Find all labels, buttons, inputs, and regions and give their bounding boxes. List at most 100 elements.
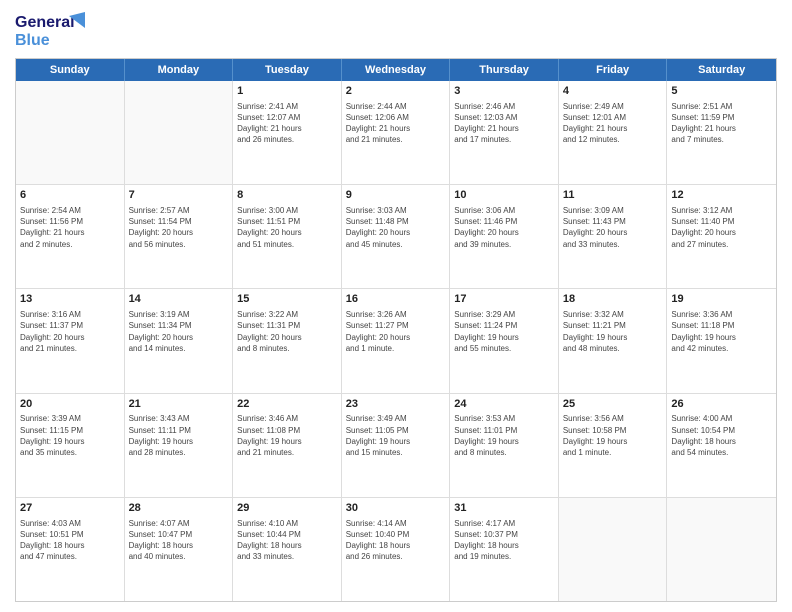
day-number: 23 <box>346 397 446 412</box>
day-info: Sunrise: 3:53 AM Sunset: 11:01 PM Daylig… <box>454 413 554 458</box>
day-number: 8 <box>237 188 337 203</box>
day-cell-10: 10 Sunrise: 3:06 AM Sunset: 11:46 PM Dayl… <box>450 185 559 288</box>
day-info: Sunrise: 3:39 AM Sunset: 11:15 PM Daylig… <box>20 413 120 458</box>
day-cell-4: 4 Sunrise: 2:49 AM Sunset: 12:01 AM Dayli… <box>559 81 668 184</box>
day-info: Sunrise: 3:00 AM Sunset: 11:51 PM Daylig… <box>237 205 337 250</box>
header-cell-friday: Friday <box>559 59 668 81</box>
day-info: Sunrise: 4:17 AM Sunset: 10:37 PM Daylig… <box>454 518 554 563</box>
day-number: 18 <box>563 292 663 307</box>
day-cell-16: 16 Sunrise: 3:26 AM Sunset: 11:27 PM Dayl… <box>342 289 451 392</box>
header-cell-tuesday: Tuesday <box>233 59 342 81</box>
day-info: Sunrise: 3:49 AM Sunset: 11:05 PM Daylig… <box>346 413 446 458</box>
day-number: 29 <box>237 501 337 516</box>
day-number: 30 <box>346 501 446 516</box>
day-cell-27: 27 Sunrise: 4:03 AM Sunset: 10:51 PM Dayl… <box>16 498 125 601</box>
day-info: Sunrise: 2:49 AM Sunset: 12:01 AM Daylig… <box>563 101 663 146</box>
day-number: 1 <box>237 84 337 99</box>
day-info: Sunrise: 2:46 AM Sunset: 12:03 AM Daylig… <box>454 101 554 146</box>
day-info: Sunrise: 3:36 AM Sunset: 11:18 PM Daylig… <box>671 309 772 354</box>
day-info: Sunrise: 3:29 AM Sunset: 11:24 PM Daylig… <box>454 309 554 354</box>
calendar-row-5: 27 Sunrise: 4:03 AM Sunset: 10:51 PM Dayl… <box>16 498 776 601</box>
page: GeneralBlue SundayMondayTuesdayWednesday… <box>0 0 792 612</box>
calendar: SundayMondayTuesdayWednesdayThursdayFrid… <box>15 58 777 602</box>
header-cell-thursday: Thursday <box>450 59 559 81</box>
day-info: Sunrise: 2:54 AM Sunset: 11:56 PM Daylig… <box>20 205 120 250</box>
day-number: 28 <box>129 501 229 516</box>
day-info: Sunrise: 3:03 AM Sunset: 11:48 PM Daylig… <box>346 205 446 250</box>
day-cell-29: 29 Sunrise: 4:10 AM Sunset: 10:44 PM Dayl… <box>233 498 342 601</box>
day-info: Sunrise: 4:00 AM Sunset: 10:54 PM Daylig… <box>671 413 772 458</box>
day-number: 9 <box>346 188 446 203</box>
day-info: Sunrise: 4:07 AM Sunset: 10:47 PM Daylig… <box>129 518 229 563</box>
day-cell-12: 12Sunrise: 3:12 AM Sunset: 11:40 PM Dayl… <box>667 185 776 288</box>
day-number: 5 <box>671 84 772 99</box>
calendar-body: 1 Sunrise: 2:41 AM Sunset: 12:07 AM Dayli… <box>16 81 776 601</box>
day-info: Sunrise: 3:16 AM Sunset: 11:37 PM Daylig… <box>20 309 120 354</box>
day-info: Sunrise: 2:41 AM Sunset: 12:07 AM Daylig… <box>237 101 337 146</box>
day-cell-23: 23Sunrise: 3:49 AM Sunset: 11:05 PM Dayl… <box>342 394 451 497</box>
day-cell-5: 5 Sunrise: 2:51 AM Sunset: 11:59 PM Dayli… <box>667 81 776 184</box>
day-number: 22 <box>237 397 337 412</box>
svg-text:Blue: Blue <box>15 32 50 49</box>
day-info: Sunrise: 3:06 AM Sunset: 11:46 PM Daylig… <box>454 205 554 250</box>
day-info: Sunrise: 2:44 AM Sunset: 12:06 AM Daylig… <box>346 101 446 146</box>
day-info: Sunrise: 3:46 AM Sunset: 11:08 PM Daylig… <box>237 413 337 458</box>
empty-cell <box>16 81 125 184</box>
day-number: 25 <box>563 397 663 412</box>
day-cell-24: 24Sunrise: 3:53 AM Sunset: 11:01 PM Dayl… <box>450 394 559 497</box>
calendar-row-4: 20Sunrise: 3:39 AM Sunset: 11:15 PM Dayl… <box>16 394 776 498</box>
calendar-row-3: 13 Sunrise: 3:16 AM Sunset: 11:37 PM Dayl… <box>16 289 776 393</box>
day-info: Sunrise: 4:03 AM Sunset: 10:51 PM Daylig… <box>20 518 120 563</box>
day-number: 16 <box>346 292 446 307</box>
logo-icon: GeneralBlue <box>15 10 85 50</box>
day-info: Sunrise: 2:51 AM Sunset: 11:59 PM Daylig… <box>671 101 772 146</box>
day-info: Sunrise: 4:14 AM Sunset: 10:40 PM Daylig… <box>346 518 446 563</box>
day-info: Sunrise: 3:26 AM Sunset: 11:27 PM Daylig… <box>346 309 446 354</box>
day-cell-14: 14Sunrise: 3:19 AM Sunset: 11:34 PM Dayl… <box>125 289 234 392</box>
day-number: 7 <box>129 188 229 203</box>
day-cell-8: 8 Sunrise: 3:00 AM Sunset: 11:51 PM Dayli… <box>233 185 342 288</box>
day-info: Sunrise: 3:32 AM Sunset: 11:21 PM Daylig… <box>563 309 663 354</box>
day-cell-15: 15 Sunrise: 3:22 AM Sunset: 11:31 PM Dayl… <box>233 289 342 392</box>
calendar-header: SundayMondayTuesdayWednesdayThursdayFrid… <box>16 59 776 81</box>
day-cell-7: 7Sunrise: 2:57 AM Sunset: 11:54 PM Dayli… <box>125 185 234 288</box>
day-number: 19 <box>671 292 772 307</box>
day-number: 10 <box>454 188 554 203</box>
day-cell-3: 3 Sunrise: 2:46 AM Sunset: 12:03 AM Dayli… <box>450 81 559 184</box>
day-number: 21 <box>129 397 229 412</box>
day-info: Sunrise: 4:10 AM Sunset: 10:44 PM Daylig… <box>237 518 337 563</box>
day-number: 14 <box>129 292 229 307</box>
day-number: 2 <box>346 84 446 99</box>
empty-cell <box>125 81 234 184</box>
day-info: Sunrise: 3:43 AM Sunset: 11:11 PM Daylig… <box>129 413 229 458</box>
header-cell-wednesday: Wednesday <box>342 59 451 81</box>
day-cell-19: 19 Sunrise: 3:36 AM Sunset: 11:18 PM Dayl… <box>667 289 776 392</box>
day-number: 31 <box>454 501 554 516</box>
calendar-row-1: 1 Sunrise: 2:41 AM Sunset: 12:07 AM Dayli… <box>16 81 776 185</box>
day-cell-1: 1 Sunrise: 2:41 AM Sunset: 12:07 AM Dayli… <box>233 81 342 184</box>
day-cell-18: 18 Sunrise: 3:32 AM Sunset: 11:21 PM Dayl… <box>559 289 668 392</box>
day-info: Sunrise: 3:22 AM Sunset: 11:31 PM Daylig… <box>237 309 337 354</box>
day-cell-9: 9 Sunrise: 3:03 AM Sunset: 11:48 PM Dayli… <box>342 185 451 288</box>
day-number: 11 <box>563 188 663 203</box>
day-cell-21: 21Sunrise: 3:43 AM Sunset: 11:11 PM Dayl… <box>125 394 234 497</box>
day-cell-26: 26Sunrise: 4:00 AM Sunset: 10:54 PM Dayl… <box>667 394 776 497</box>
day-cell-25: 25Sunrise: 3:56 AM Sunset: 10:58 PM Dayl… <box>559 394 668 497</box>
day-cell-20: 20Sunrise: 3:39 AM Sunset: 11:15 PM Dayl… <box>16 394 125 497</box>
day-number: 3 <box>454 84 554 99</box>
header: GeneralBlue <box>15 10 777 50</box>
day-number: 6 <box>20 188 120 203</box>
day-cell-22: 22Sunrise: 3:46 AM Sunset: 11:08 PM Dayl… <box>233 394 342 497</box>
logo: GeneralBlue <box>15 10 85 50</box>
day-number: 27 <box>20 501 120 516</box>
day-number: 12 <box>671 188 772 203</box>
day-cell-11: 11Sunrise: 3:09 AM Sunset: 11:43 PM Dayl… <box>559 185 668 288</box>
header-cell-monday: Monday <box>125 59 234 81</box>
day-cell-2: 2 Sunrise: 2:44 AM Sunset: 12:06 AM Dayli… <box>342 81 451 184</box>
day-number: 20 <box>20 397 120 412</box>
svg-text:General: General <box>15 14 75 31</box>
day-number: 4 <box>563 84 663 99</box>
day-cell-13: 13 Sunrise: 3:16 AM Sunset: 11:37 PM Dayl… <box>16 289 125 392</box>
day-number: 13 <box>20 292 120 307</box>
day-number: 15 <box>237 292 337 307</box>
